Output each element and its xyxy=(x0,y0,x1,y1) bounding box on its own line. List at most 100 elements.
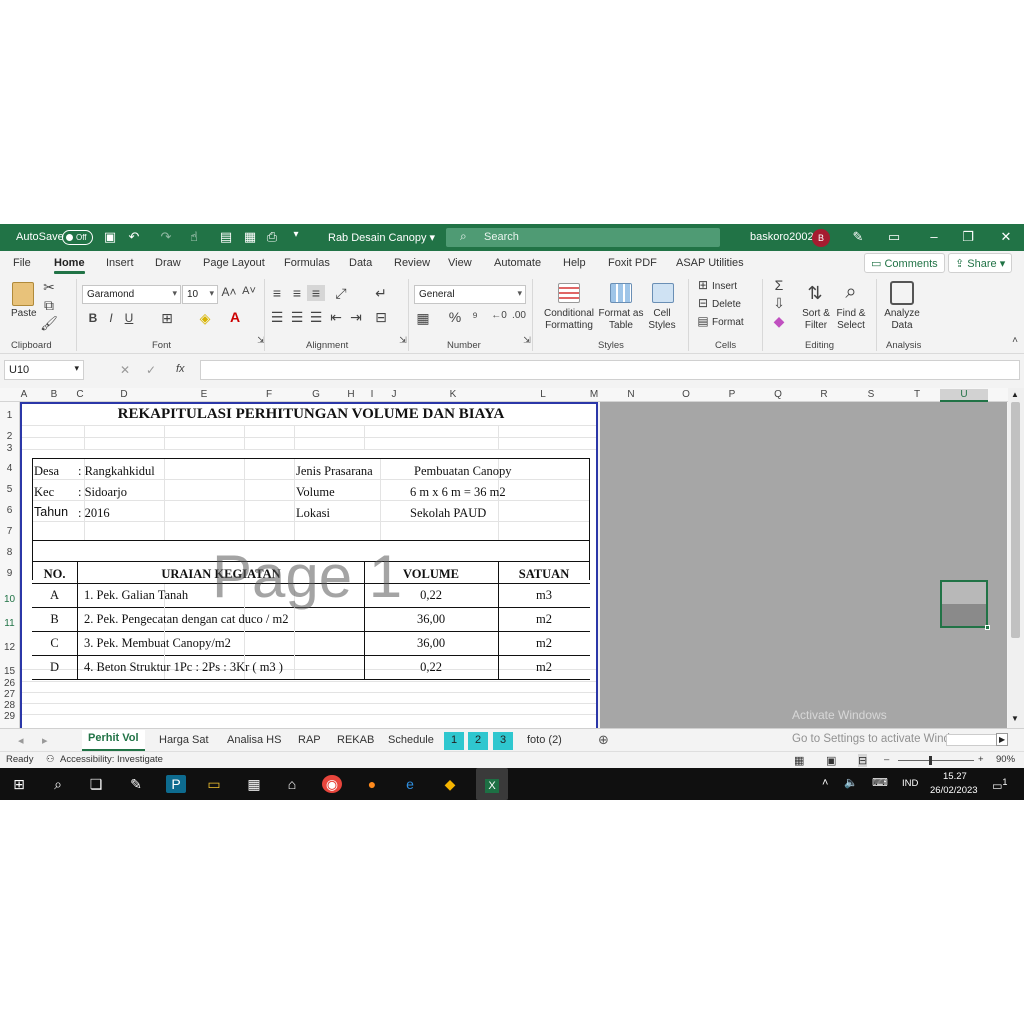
row-header[interactable]: 2 xyxy=(0,431,19,442)
table-cell-uraian[interactable]: 3. Pek. Membuat Canopy/m2 xyxy=(84,636,231,651)
formula-input[interactable] xyxy=(200,360,1020,380)
font-size-combo[interactable]: 10 xyxy=(182,285,218,304)
restore-icon[interactable]: ❐ xyxy=(960,229,976,245)
alignment-dialog-icon[interactable]: ⇲ xyxy=(394,335,412,346)
row-header[interactable]: 15 xyxy=(0,666,19,677)
table-cell-no[interactable]: B xyxy=(32,612,77,627)
sheet-tab-analisa-hs[interactable]: Analisa HS xyxy=(221,732,287,750)
selected-cell[interactable] xyxy=(940,580,990,630)
borders-icon[interactable]: ⊞ xyxy=(158,310,176,327)
bold-button[interactable]: B xyxy=(84,311,102,325)
column-header[interactable]: I xyxy=(364,389,380,400)
underline-button[interactable]: U xyxy=(120,311,138,325)
row-header-selected[interactable]: 10 xyxy=(0,594,19,605)
column-header[interactable]: T xyxy=(894,389,940,400)
column-header[interactable]: K xyxy=(408,389,498,400)
scroll-down-icon[interactable]: ▼ xyxy=(1011,714,1019,723)
align-middle-icon[interactable]: ≡ xyxy=(288,285,306,301)
column-header[interactable]: N xyxy=(610,389,652,400)
print-preview-icon[interactable]: ▦ xyxy=(242,229,258,245)
row-header[interactable]: 9 xyxy=(0,568,19,579)
delete-cells-icon[interactable]: ⊟ xyxy=(694,296,712,310)
tab-scroll-right-icon[interactable]: ▸ xyxy=(42,734,48,747)
align-center-icon[interactable]: ☰ xyxy=(288,309,306,326)
table-cell-uraian[interactable]: 4. Beton Struktur 1Pc : 2Ps : 3Kr ( m3 ) xyxy=(84,660,283,675)
column-header[interactable]: L xyxy=(498,389,588,400)
format-painter-icon[interactable]: 🖌 xyxy=(40,315,58,332)
excel-taskbar-icon[interactable]: X xyxy=(476,768,508,800)
normal-view-icon[interactable]: ▦ xyxy=(794,754,804,767)
file-name[interactable]: Rab Desain Canopy ▾ xyxy=(328,231,435,244)
column-header[interactable]: P xyxy=(710,389,754,400)
column-header[interactable]: C xyxy=(76,389,84,400)
page-layout-view-icon[interactable]: ▣ xyxy=(826,754,836,767)
conditional-formatting-button[interactable]: Conditional Formatting xyxy=(542,308,596,332)
tab-review[interactable]: Review xyxy=(394,257,430,269)
paste-button[interactable]: Paste xyxy=(11,308,37,320)
row-header[interactable]: 27 xyxy=(0,689,19,700)
fill-color-icon[interactable]: ◈ xyxy=(196,310,214,327)
ribbon-display-icon[interactable]: ▭ xyxy=(886,229,902,245)
decrease-decimal-icon[interactable]: .00 xyxy=(510,310,528,321)
table-cell-no[interactable]: A xyxy=(32,588,77,603)
enter-icon[interactable]: ✓ xyxy=(146,363,156,377)
decrease-font-icon[interactable]: A˅ xyxy=(240,285,258,297)
number-dialog-icon[interactable]: ⇲ xyxy=(518,335,536,346)
undo-icon[interactable]: ↶ xyxy=(126,229,142,245)
merge-center-icon[interactable]: ⊟ xyxy=(372,309,390,326)
search-box[interactable]: ⌕ Search xyxy=(446,228,720,247)
tab-page-layout[interactable]: Page Layout xyxy=(203,257,265,269)
edge-icon[interactable]: e xyxy=(400,775,420,793)
zoom-in-icon[interactable]: + xyxy=(978,754,984,765)
analyze-data-button[interactable]: Analyze Data xyxy=(880,308,924,332)
tab-file[interactable]: File xyxy=(13,257,31,269)
accounting-format-icon[interactable]: ▦ xyxy=(414,310,432,327)
row-header[interactable]: 8 xyxy=(0,547,19,558)
firefox-icon[interactable]: ● xyxy=(362,775,382,793)
minimize-icon[interactable]: – xyxy=(926,229,942,244)
worksheet-page[interactable]: REKAPITULASI PERHITUNGAN VOLUME DAN BIAY… xyxy=(20,402,598,728)
clock-date[interactable]: 26/02/2023 xyxy=(930,785,978,796)
comma-style-icon[interactable]: ⁹ xyxy=(466,309,484,324)
column-header[interactable]: B xyxy=(32,389,76,400)
number-format-combo[interactable]: General xyxy=(414,285,526,304)
column-header[interactable]: Q xyxy=(756,389,800,400)
accessibility-icon[interactable]: ⚇ xyxy=(46,754,55,765)
increase-decimal-icon[interactable]: ←0 xyxy=(490,310,508,321)
format-as-table-icon[interactable] xyxy=(610,283,632,303)
row-header[interactable]: 26 xyxy=(0,678,19,689)
insert-cells-button[interactable]: Insert xyxy=(712,281,737,293)
row-header[interactable]: 12 xyxy=(0,642,19,653)
table-cell-volume[interactable]: 36,00 xyxy=(364,636,498,651)
sheet-tab-perhit-vol[interactable]: Perhit Vol xyxy=(82,730,145,751)
zoom-level[interactable]: 90% xyxy=(996,754,1015,765)
table-cell-satuan[interactable]: m3 xyxy=(498,588,590,603)
tab-asap-utilities[interactable]: ASAP Utilities xyxy=(676,257,744,269)
cell-styles-button[interactable]: Cell Styles xyxy=(644,308,680,332)
collapse-ribbon-icon[interactable]: ˄ xyxy=(1006,335,1024,346)
publisher-icon[interactable]: P xyxy=(166,775,186,793)
column-header[interactable]: D xyxy=(84,389,164,400)
taskbar-search-icon[interactable]: ⌕ xyxy=(48,775,68,793)
file-explorer-icon[interactable]: ▭ xyxy=(204,775,224,793)
task-view-icon[interactable]: ❏ xyxy=(86,775,106,793)
accessibility-status[interactable]: Accessibility: Investigate xyxy=(60,754,163,765)
table-cell-satuan[interactable]: m2 xyxy=(498,612,590,627)
tab-help[interactable]: Help xyxy=(563,257,586,269)
scroll-right-icon[interactable]: ▶ xyxy=(996,733,1009,746)
align-left-icon[interactable]: ☰ xyxy=(268,309,286,326)
insert-cells-icon[interactable]: ⊞ xyxy=(694,278,712,292)
tab-home[interactable]: Home xyxy=(54,257,85,274)
wrap-text-icon[interactable]: ↵ xyxy=(372,285,390,302)
table-cell-volume[interactable]: 36,00 xyxy=(364,612,498,627)
copy-icon[interactable]: ⧉ xyxy=(40,297,58,314)
row-header-selected[interactable]: 11 xyxy=(0,618,19,629)
insert-function-icon[interactable]: fx xyxy=(176,363,185,375)
sheet-tab-3[interactable]: 3 xyxy=(493,732,514,750)
delete-cells-button[interactable]: Delete xyxy=(712,299,741,311)
clock-time[interactable]: 15.27 xyxy=(943,771,967,782)
save-icon[interactable]: ▣ xyxy=(102,229,118,245)
avatar[interactable]: B xyxy=(812,229,830,247)
paste-icon[interactable] xyxy=(12,282,34,306)
align-bottom-icon[interactable]: ≡ xyxy=(307,285,325,301)
